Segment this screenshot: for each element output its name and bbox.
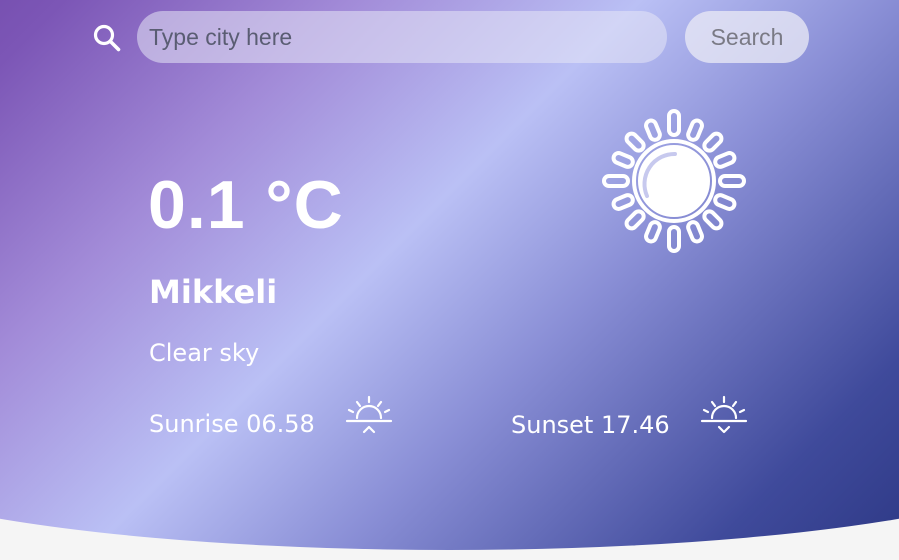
sunset-time: Sunset 17.46 — [511, 411, 670, 439]
sunrise-icon — [345, 395, 393, 434]
sun-icon — [602, 109, 746, 253]
sunrise-time: Sunrise 06.58 — [149, 410, 315, 438]
weather-description: Clear sky — [149, 339, 260, 367]
temperature-value: 0.1 °C — [148, 167, 344, 243]
sunset-icon — [700, 395, 748, 434]
search-button[interactable]: Search — [685, 11, 809, 63]
weather-content: Search 0.1 °C Mikkeli Clear sky Sunrise … — [0, 0, 899, 560]
city-name: Mikkeli — [149, 273, 278, 311]
search-icon[interactable] — [92, 23, 122, 53]
weather-app: Search 0.1 °C Mikkeli Clear sky Sunrise … — [0, 0, 899, 560]
city-search-input[interactable] — [137, 11, 667, 63]
